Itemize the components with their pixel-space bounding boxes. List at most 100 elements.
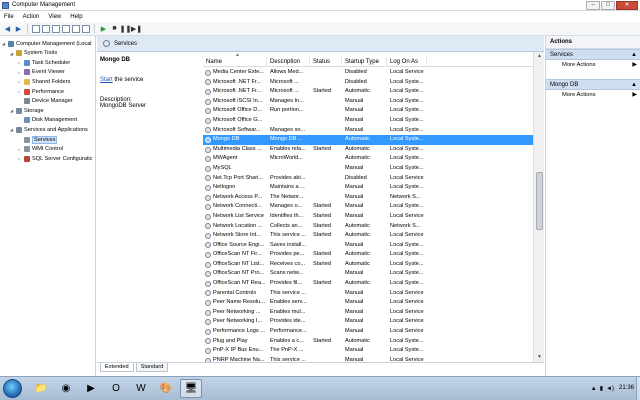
network-icon[interactable]: ▮: [600, 385, 603, 392]
table-row[interactable]: MySQL Manual Local Syste...: [203, 164, 533, 174]
start-button[interactable]: [3, 379, 22, 398]
table-row[interactable]: Microsoft Office D... Run portion... Manua…: [203, 106, 533, 116]
table-row[interactable]: Netlogon Maintains a ... Manual Local Syste…: [203, 183, 533, 193]
column-header-name[interactable]: Name: [203, 57, 267, 67]
table-row[interactable]: Peer Networking I... Provides ide... Manua…: [203, 317, 533, 327]
computer-management-icon[interactable]: 🖥: [180, 379, 202, 398]
tree-item[interactable]: ◢ Storage: [10, 106, 44, 115]
properties-icon[interactable]: [42, 24, 50, 33]
table-row[interactable]: Microsoft .NET Fr... Microsoft ... Disable…: [203, 78, 533, 88]
export-list-icon[interactable]: [62, 24, 70, 33]
expand-arrow-icon[interactable]: ▹: [18, 89, 22, 94]
expand-arrow-icon[interactable]: ▹: [18, 70, 22, 75]
tree-item[interactable]: Services: [18, 135, 58, 144]
column-header-description[interactable]: Description: [267, 57, 310, 67]
tab-standard[interactable]: Standard: [135, 363, 169, 372]
expand-arrow-icon[interactable]: ◢: [2, 41, 6, 46]
table-row[interactable]: Net.Tcp Port Shari... Provides abi... Disa…: [203, 174, 533, 184]
forward-arrow-icon[interactable]: ▶: [14, 24, 23, 33]
scroll-up-icon[interactable]: ▲: [535, 52, 544, 61]
show-hide-tree-icon[interactable]: [32, 24, 40, 33]
more-actions-item[interactable]: More Actions ▶: [546, 90, 640, 101]
opera-icon[interactable]: O: [105, 379, 127, 398]
start-service-icon[interactable]: ▶: [99, 24, 108, 33]
maximize-button[interactable]: □: [601, 1, 615, 10]
table-row[interactable]: Network Connecti... Manages o... Started Ma…: [203, 202, 533, 212]
table-row[interactable]: Peer Name Resolu... Enables serv... Manual…: [203, 298, 533, 308]
column-header-log-on-as[interactable]: Log On As: [387, 57, 427, 67]
column-header-startup-type[interactable]: Startup Type: [342, 57, 387, 67]
menu-view[interactable]: View: [48, 14, 61, 20]
clock[interactable]: 21:36: [619, 385, 634, 391]
table-row[interactable]: OfficeScan NT Pro... Scans netw... Manual L…: [203, 269, 533, 279]
tree-item[interactable]: ▹ Performance: [18, 87, 64, 96]
table-row[interactable]: Multimedia Class ... Enables rela... Start…: [203, 145, 533, 155]
close-button[interactable]: ✕: [616, 1, 638, 10]
expand-arrow-icon[interactable]: ▹: [18, 60, 22, 65]
menu-help[interactable]: Help: [70, 14, 82, 20]
menu-file[interactable]: File: [4, 14, 14, 20]
show-hide-action-pane-icon[interactable]: [82, 24, 90, 33]
table-row[interactable]: Parental Controls This service ... Manual L…: [203, 289, 533, 299]
help-icon[interactable]: [72, 24, 80, 33]
restart-service-icon[interactable]: ▶❚: [131, 24, 142, 33]
table-row[interactable]: MWAgent MicroWorld... Automatic Local Syste…: [203, 154, 533, 164]
table-row[interactable]: Network Store Int... This service ... Star…: [203, 231, 533, 241]
tree-item[interactable]: ▹ SQL Server Configuratic: [18, 154, 92, 163]
expand-arrow-icon[interactable]: ◢: [10, 51, 14, 56]
table-row[interactable]: Network List Service Identifies th... Star…: [203, 212, 533, 222]
table-row[interactable]: PnP-X IP Bus Enu... The PnP-X ... Manual Lo…: [203, 346, 533, 356]
expand-arrow-icon[interactable]: ◢: [10, 108, 14, 113]
table-row[interactable]: Mongo DB Mongo DB ... Automatic Local Syste…: [203, 135, 533, 145]
expand-arrow-icon[interactable]: ▹: [18, 79, 22, 84]
explorer-icon[interactable]: 📁: [30, 379, 52, 398]
start-service-link[interactable]: Start: [100, 77, 113, 83]
menu-action[interactable]: Action: [23, 14, 40, 20]
tree-item[interactable]: ◢ Computer Management (Local: [2, 39, 92, 48]
stop-service-icon[interactable]: ■: [110, 24, 119, 33]
tree-item[interactable]: ▹ Event Viewer: [18, 68, 65, 77]
table-row[interactable]: Office Source Engi... Saves install... Man…: [203, 241, 533, 251]
table-row[interactable]: OfficeScan NT Rea... Provides fil... Start…: [203, 279, 533, 289]
refresh-icon[interactable]: [52, 24, 60, 33]
actions-section-mongo-db[interactable]: Mongo DB ▲: [546, 79, 640, 90]
tree-item[interactable]: ◢ Services and Applications: [10, 125, 88, 134]
tab-extended[interactable]: Extended: [100, 363, 134, 372]
back-arrow-icon[interactable]: ◀: [3, 24, 12, 33]
column-header-status[interactable]: Status: [310, 57, 342, 67]
table-row[interactable]: Peer Networking ... Enables mul... Manual L…: [203, 308, 533, 318]
tree-item[interactable]: ▹ Shared Folders: [18, 77, 70, 86]
tree-item[interactable]: Device Manager: [18, 97, 73, 106]
chrome-icon[interactable]: ◉: [55, 379, 77, 398]
table-row[interactable]: Microsoft .NET Fr... Microsoft ... Started…: [203, 87, 533, 97]
expand-arrow-icon[interactable]: ▹: [18, 147, 22, 152]
table-row[interactable]: Microsoft iSCSI In... Manages In... Manual…: [203, 97, 533, 107]
media-player-icon[interactable]: ▶: [80, 379, 102, 398]
more-actions-item[interactable]: More Actions ▶: [546, 60, 640, 71]
expand-arrow-icon[interactable]: ◢: [10, 127, 14, 132]
show-desktop-button[interactable]: [636, 377, 640, 400]
table-row[interactable]: Microsoft Softwar... Manages so... Manual L…: [203, 126, 533, 136]
paint-icon[interactable]: 🎨: [155, 379, 177, 398]
tree-item[interactable]: Disk Management: [18, 116, 77, 125]
tree-item[interactable]: ▹ WMI Control: [18, 145, 63, 154]
table-row[interactable]: OfficeScan NT List... Receives co... Start…: [203, 260, 533, 270]
tree-item[interactable]: ▹ Task Scheduler: [18, 58, 70, 67]
table-row[interactable]: OfficeScan NT Fir... Provides pe... Starte…: [203, 250, 533, 260]
table-row[interactable]: Network Access P... The Networ... Manual Ne…: [203, 193, 533, 203]
tree-item[interactable]: ◢ System Tools: [10, 49, 57, 58]
table-row[interactable]: Microsoft Office G... Manual Local Syste..…: [203, 116, 533, 126]
tray-arrow-icon[interactable]: ▲: [591, 386, 597, 392]
scroll-down-icon[interactable]: ▼: [535, 353, 544, 362]
table-row[interactable]: Network Location ... Collects an... Starte…: [203, 222, 533, 232]
pause-service-icon[interactable]: ❚❚: [120, 24, 132, 33]
table-row[interactable]: Media Center Exte... Allows Med... Disable…: [203, 68, 533, 78]
table-row[interactable]: Plug and Play Enables a c... Started Automa…: [203, 337, 533, 347]
minimize-button[interactable]: –: [586, 1, 600, 10]
table-row[interactable]: Performance Logs ... Performance... Manual…: [203, 327, 533, 337]
scrollbar-thumb[interactable]: [536, 172, 543, 230]
volume-icon[interactable]: ◄): [606, 386, 614, 392]
vertical-scrollbar[interactable]: ▲ ▼: [533, 52, 544, 362]
word-icon[interactable]: W: [130, 379, 152, 398]
actions-section-services[interactable]: Services ▲: [546, 49, 640, 60]
